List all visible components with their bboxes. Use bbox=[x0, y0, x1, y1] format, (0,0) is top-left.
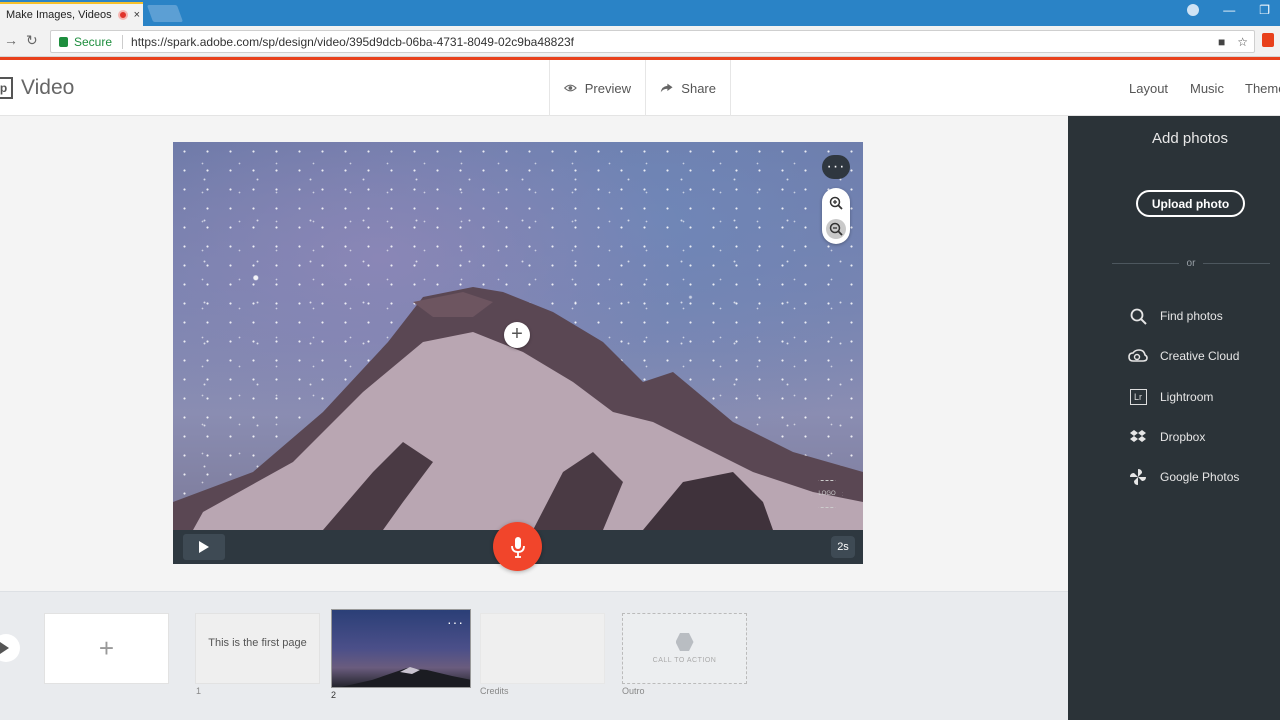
forward-icon[interactable]: → bbox=[4, 32, 18, 48]
zoom-out-button[interactable] bbox=[826, 219, 846, 239]
or-divider: or bbox=[1112, 258, 1270, 269]
source-label: Dropbox bbox=[1160, 430, 1206, 444]
add-media-icon[interactable]: + bbox=[504, 322, 530, 348]
source-find-photos[interactable]: Find photos bbox=[1128, 307, 1223, 325]
dropbox-icon bbox=[1128, 428, 1148, 446]
reload-icon[interactable]: ↻ bbox=[26, 32, 38, 49]
preview-button[interactable]: Preview bbox=[549, 60, 645, 116]
url-text: https://spark.adobe.com/sp/design/video/… bbox=[131, 34, 575, 49]
secure-label: Secure bbox=[74, 34, 113, 49]
add-slide-button[interactable]: + bbox=[44, 613, 169, 684]
omnibox-icons: ■ ☆ bbox=[1218, 35, 1248, 49]
url-input[interactable]: Secure https://spark.adobe.com/sp/design… bbox=[50, 30, 1255, 53]
window-controls: — ❐ bbox=[1187, 3, 1270, 17]
timeline-play-icon bbox=[0, 642, 9, 654]
share-arrow-icon bbox=[660, 83, 673, 93]
source-label: Google Photos bbox=[1160, 470, 1240, 484]
preview-label: Preview bbox=[584, 80, 631, 96]
share-label: Share bbox=[681, 80, 716, 96]
search-icon bbox=[1128, 307, 1148, 325]
google-photos-icon bbox=[1128, 468, 1148, 486]
video-stage: + LOGO ··· 2s bbox=[173, 142, 863, 564]
recording-indicator-icon bbox=[117, 10, 128, 20]
minimize-icon[interactable]: — bbox=[1223, 3, 1235, 17]
browser-tab[interactable]: Make Images, Videos × bbox=[0, 2, 143, 26]
play-icon bbox=[199, 541, 209, 553]
source-dropbox[interactable]: Dropbox bbox=[1128, 428, 1205, 446]
source-label: Lightroom bbox=[1160, 390, 1214, 404]
record-voice-button[interactable] bbox=[493, 522, 542, 571]
slide-2-number: 2 bbox=[331, 690, 337, 700]
zoom-in-icon bbox=[829, 196, 843, 210]
user-profile-icon[interactable] bbox=[1187, 4, 1200, 16]
slide-thumbnail-1[interactable]: This is the first page bbox=[195, 613, 320, 684]
new-tab-button[interactable] bbox=[146, 5, 184, 22]
zoom-out-icon bbox=[829, 222, 843, 236]
zoom-in-button[interactable] bbox=[826, 193, 846, 213]
address-bar: → ↻ Secure https://spark.adobe.com/sp/de… bbox=[0, 26, 1280, 57]
source-creative-cloud[interactable]: Creative Cloud bbox=[1128, 347, 1239, 365]
app-header: p Video Preview Share Layout Music Theme bbox=[0, 60, 1280, 116]
or-label: or bbox=[1186, 258, 1196, 269]
call-to-action-text: CALL TO ACTION bbox=[652, 657, 717, 664]
play-button[interactable] bbox=[183, 534, 225, 560]
lock-icon bbox=[59, 36, 68, 47]
photo-options-button[interactable]: ··· bbox=[822, 155, 850, 179]
eye-icon bbox=[564, 84, 577, 92]
credits-label: Credits bbox=[480, 686, 509, 696]
source-label: Creative Cloud bbox=[1160, 349, 1240, 363]
office-extension-icon[interactable] bbox=[1262, 33, 1274, 47]
upload-photo-button[interactable]: Upload photo bbox=[1136, 190, 1245, 217]
nav-theme[interactable]: Theme bbox=[1245, 81, 1280, 96]
nav-layout[interactable]: Layout bbox=[1129, 81, 1168, 96]
tab-close-icon[interactable]: × bbox=[134, 9, 140, 21]
slide-1-number: 1 bbox=[196, 686, 202, 696]
panel-title: Add photos bbox=[1152, 130, 1228, 147]
or-line-left bbox=[1112, 263, 1179, 264]
timeline-play-button[interactable] bbox=[0, 634, 20, 662]
app-title: Video bbox=[21, 76, 75, 99]
bookmark-star-icon[interactable]: ☆ bbox=[1237, 35, 1248, 49]
slide-1-text: This is the first page bbox=[208, 637, 307, 649]
add-photos-panel: Add photos Upload photo or Find photos C… bbox=[1068, 116, 1280, 720]
or-line-right bbox=[1203, 263, 1270, 264]
source-google-photos[interactable]: Google Photos bbox=[1128, 468, 1239, 486]
spark-logo[interactable]: p bbox=[0, 77, 13, 99]
creative-cloud-icon bbox=[1128, 347, 1148, 365]
microphone-icon bbox=[510, 536, 525, 558]
slide-timeline: + This is the first page 1 ··· 2 Credits… bbox=[0, 591, 1068, 720]
slide-2-options-icon[interactable]: ··· bbox=[447, 614, 464, 630]
share-button[interactable]: Share bbox=[645, 60, 731, 116]
slide-thumbnail-credits[interactable] bbox=[480, 613, 605, 684]
lightroom-icon: Lr bbox=[1128, 388, 1148, 406]
lightroom-abbrev: Lr bbox=[1129, 389, 1147, 405]
slide-duration[interactable]: 2s bbox=[831, 536, 855, 558]
tab-title: Make Images, Videos bbox=[6, 9, 112, 21]
browser-tab-bar: Make Images, Videos × — ❐ bbox=[0, 0, 1280, 26]
url-divider bbox=[122, 34, 124, 49]
zoom-controls bbox=[822, 188, 850, 244]
slide-thumbnail-2[interactable]: ··· bbox=[331, 609, 471, 688]
source-lightroom[interactable]: Lr Lightroom bbox=[1128, 388, 1213, 406]
slide-thumbnail-outro[interactable]: CALL TO ACTION bbox=[622, 613, 747, 684]
slide-photo[interactable]: + LOGO bbox=[173, 142, 863, 530]
source-label: Find photos bbox=[1160, 309, 1223, 323]
outro-label: Outro bbox=[622, 686, 645, 696]
outro-logo-icon bbox=[675, 633, 694, 651]
camera-icon[interactable]: ■ bbox=[1218, 35, 1225, 49]
restore-icon[interactable]: ❐ bbox=[1259, 3, 1270, 17]
nav-music[interactable]: Music bbox=[1190, 81, 1224, 96]
